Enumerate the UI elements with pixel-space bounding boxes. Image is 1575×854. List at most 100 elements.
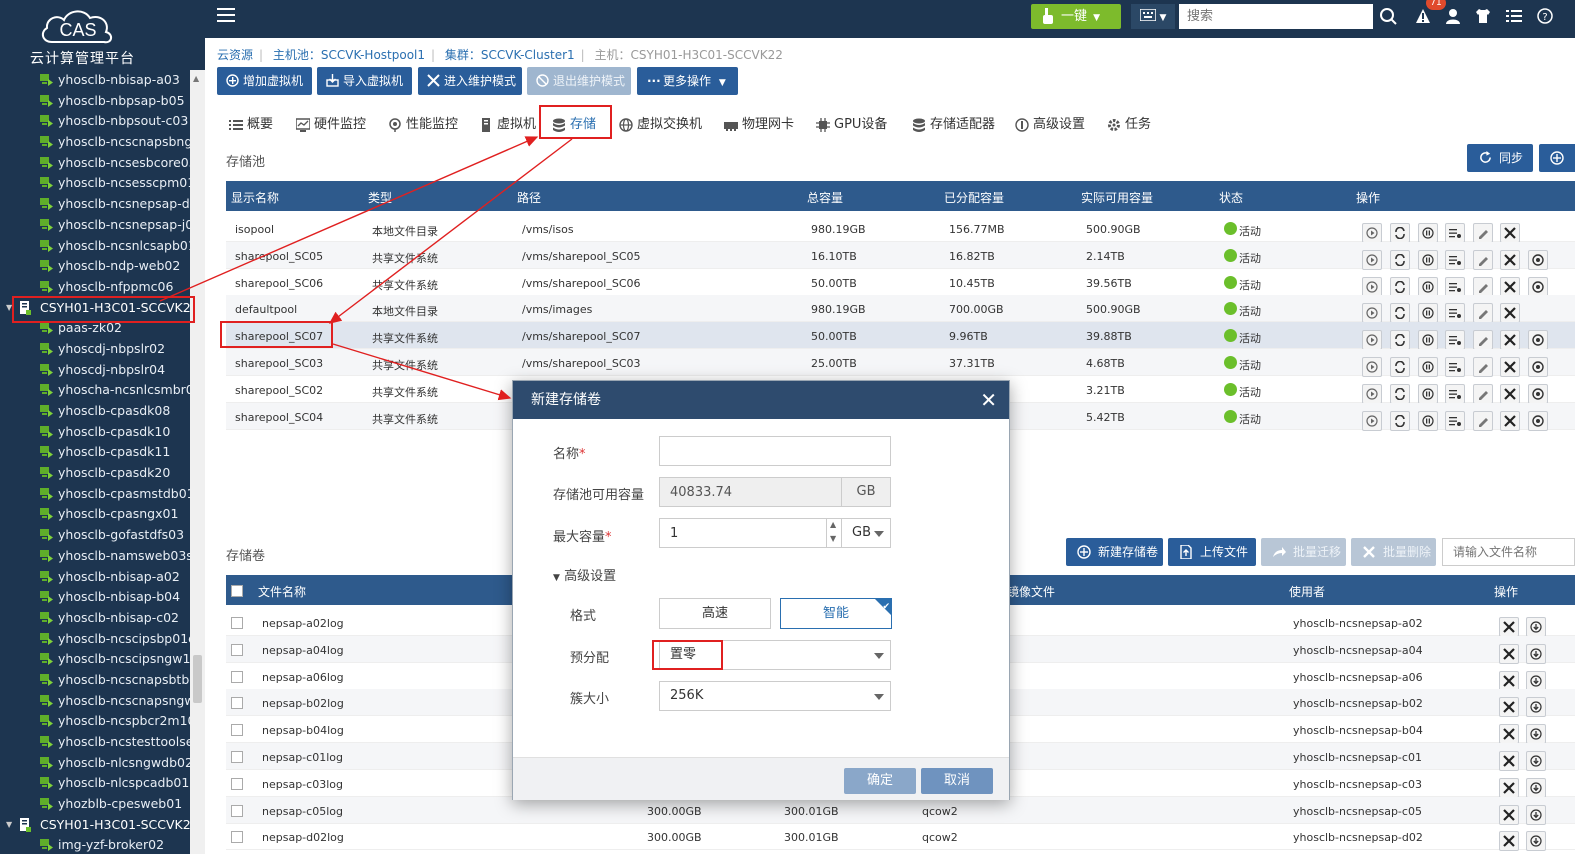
download-button[interactable] [1526, 751, 1546, 771]
volume-table-row[interactable]: nepsap-c05log 300.00GB 300.01GB qcow2 yhoscl… [226, 796, 1575, 825]
import-vm-button[interactable]: 导入虚拟机 [317, 67, 412, 95]
delete-button[interactable] [1500, 410, 1520, 431]
tree-vm-node[interactable]: yhosclb-nbisap-a02 [0, 567, 190, 588]
tree-vm-node[interactable]: yhosclb-ncsesbcore03 [0, 153, 190, 174]
format-option-fast[interactable]: 高速 [659, 598, 771, 629]
edit-button[interactable] [1473, 357, 1493, 377]
menu-toggle-icon[interactable] [217, 8, 235, 22]
pool-table-row[interactable]: defaultpool 本地文件目录/vms/images 980.19GB 700.… [226, 295, 1575, 324]
tree-vm-node[interactable]: yhosclb-nbpsap-b05 [0, 91, 190, 112]
stepper-down-icon[interactable]: ▼ [830, 534, 836, 543]
monitor-button[interactable] [1528, 410, 1548, 431]
delete-button[interactable] [1499, 697, 1519, 718]
pause-button[interactable] [1418, 383, 1438, 404]
tree-vm-node[interactable]: yhosclb-ncspbcr2m101 [0, 711, 190, 732]
tree-vm-node[interactable]: yhoscdj-nbpslr02 [0, 339, 190, 360]
delete-button[interactable] [1499, 831, 1519, 852]
start-button[interactable] [1362, 357, 1382, 377]
tab-storage-adapter[interactable]: 存储适配器 [910, 112, 995, 138]
start-button[interactable] [1362, 383, 1382, 404]
more-ops-button[interactable]: ··· 更多操作 ▼ [637, 67, 738, 95]
start-button[interactable] [1362, 410, 1382, 431]
download-button[interactable] [1526, 804, 1546, 825]
add-vm-button[interactable]: 增加虚拟机 [217, 67, 312, 95]
new-volume-button[interactable]: 新建存储卷 [1066, 538, 1163, 566]
pause-button[interactable] [1418, 303, 1438, 324]
delete-button[interactable] [1499, 670, 1519, 691]
start-button[interactable] [1362, 249, 1382, 270]
tab-summary[interactable]: 概要 [227, 112, 273, 138]
scrollbar-thumb[interactable] [193, 655, 202, 703]
delete-button[interactable] [1500, 276, 1520, 297]
cluster-size-select[interactable]: 256K [659, 681, 891, 711]
tab-tasks[interactable]: 任务 [1105, 112, 1151, 138]
pause-button[interactable] [1418, 410, 1438, 431]
edit-button[interactable] [1473, 410, 1493, 431]
row-checkbox[interactable] [231, 643, 243, 656]
edit-button[interactable] [1473, 249, 1493, 270]
view-switch-button[interactable]: ▼ [1131, 4, 1175, 29]
close-icon[interactable]: ✕ [980, 388, 997, 412]
row-checkbox[interactable] [231, 804, 243, 817]
tree-vm-node[interactable]: yhosclb-nfppmc06 [0, 277, 190, 298]
refresh-button[interactable] [1390, 276, 1410, 297]
volume-list-button[interactable] [1445, 223, 1465, 243]
tree-vm-node[interactable]: yhosclb-ncsnepsap-j05 [0, 215, 190, 236]
volume-list-button[interactable] [1445, 383, 1465, 404]
batch-delete-button[interactable]: 批量删除 [1351, 538, 1436, 566]
pool-name[interactable]: sharepool_SC05 [235, 250, 323, 263]
advanced-toggle[interactable]: ▼ 高级设置 [553, 565, 616, 584]
refresh-button[interactable] [1390, 303, 1410, 324]
pool-name[interactable]: sharepool_SC04 [235, 411, 323, 424]
pool-name[interactable]: isopool [235, 223, 274, 236]
tree-vm-node[interactable]: yhosclb-ncstesttoolser1 [0, 732, 190, 753]
list-icon[interactable] [1506, 8, 1522, 24]
max-capacity-input[interactable] [659, 518, 827, 548]
volume-list-button[interactable] [1445, 410, 1465, 431]
edit-button[interactable] [1473, 330, 1493, 351]
pool-table-row[interactable]: sharepool_SC03 共享文件系统/vms/sharepool_SC03 2… [226, 349, 1575, 377]
refresh-button[interactable] [1390, 249, 1410, 270]
tree-vm-node[interactable]: yhoscdj-nbpslr04 [0, 360, 190, 381]
pool-table-row[interactable]: sharepool_SC06 共享文件系统/vms/sharepool_SC06 5… [226, 269, 1575, 297]
row-checkbox[interactable] [231, 724, 243, 737]
edit-button[interactable] [1473, 223, 1493, 243]
tree-vm-node[interactable]: yhosclb-cpasdk11 [0, 442, 190, 463]
sync-button[interactable]: 同步 [1467, 144, 1533, 172]
pause-button[interactable] [1418, 330, 1438, 351]
tab-vms[interactable]: 虚拟机 [477, 112, 536, 138]
batch-migrate-button[interactable]: 批量迁移 [1261, 538, 1346, 566]
row-checkbox[interactable] [231, 751, 243, 763]
refresh-button[interactable] [1390, 357, 1410, 377]
download-button[interactable] [1526, 724, 1546, 745]
row-checkbox[interactable] [231, 831, 243, 844]
monitor-button[interactable] [1528, 383, 1548, 404]
row-checkbox[interactable] [231, 670, 243, 683]
tree-vm-node[interactable]: yhosclb-cpasdk08 [0, 401, 190, 422]
pool-name[interactable]: sharepool_SC06 [235, 277, 323, 290]
pause-button[interactable] [1418, 223, 1438, 243]
refresh-button[interactable] [1390, 410, 1410, 431]
search-icon[interactable] [1375, 4, 1401, 29]
tree-vm-node[interactable]: yhosclb-ncscnapsngw1 [0, 691, 190, 712]
delete-button[interactable] [1499, 777, 1519, 798]
sidebar-scrollbar[interactable]: ▲ [190, 70, 205, 854]
tree-vm-node[interactable]: yhosclb-ncscnapsbngw [0, 132, 190, 153]
volume-list-button[interactable] [1445, 276, 1465, 297]
tree-vm-node[interactable]: yhosclb-cpasdk10 [0, 422, 190, 443]
tree-vm-node[interactable]: yhosclb-nbisap-b04 [0, 587, 190, 608]
user-icon[interactable] [1445, 8, 1461, 24]
monitor-button[interactable] [1528, 249, 1548, 270]
start-button[interactable] [1362, 276, 1382, 297]
tab-advanced[interactable]: 高级设置 [1013, 112, 1085, 138]
tree-vm-node[interactable]: yhosclb-ncscipsbp01db [0, 629, 190, 650]
pause-button[interactable] [1418, 276, 1438, 297]
row-checkbox[interactable] [231, 777, 243, 790]
refresh-button[interactable] [1390, 330, 1410, 351]
question-icon[interactable]: ? [1537, 8, 1553, 24]
select-all-checkbox[interactable] [231, 585, 243, 597]
tree-vm-node[interactable]: yhosclb-nbpsout-c03 [0, 111, 190, 132]
row-checkbox[interactable] [231, 617, 243, 629]
start-button[interactable] [1362, 303, 1382, 324]
pool-name[interactable]: sharepool_SC03 [235, 357, 323, 370]
